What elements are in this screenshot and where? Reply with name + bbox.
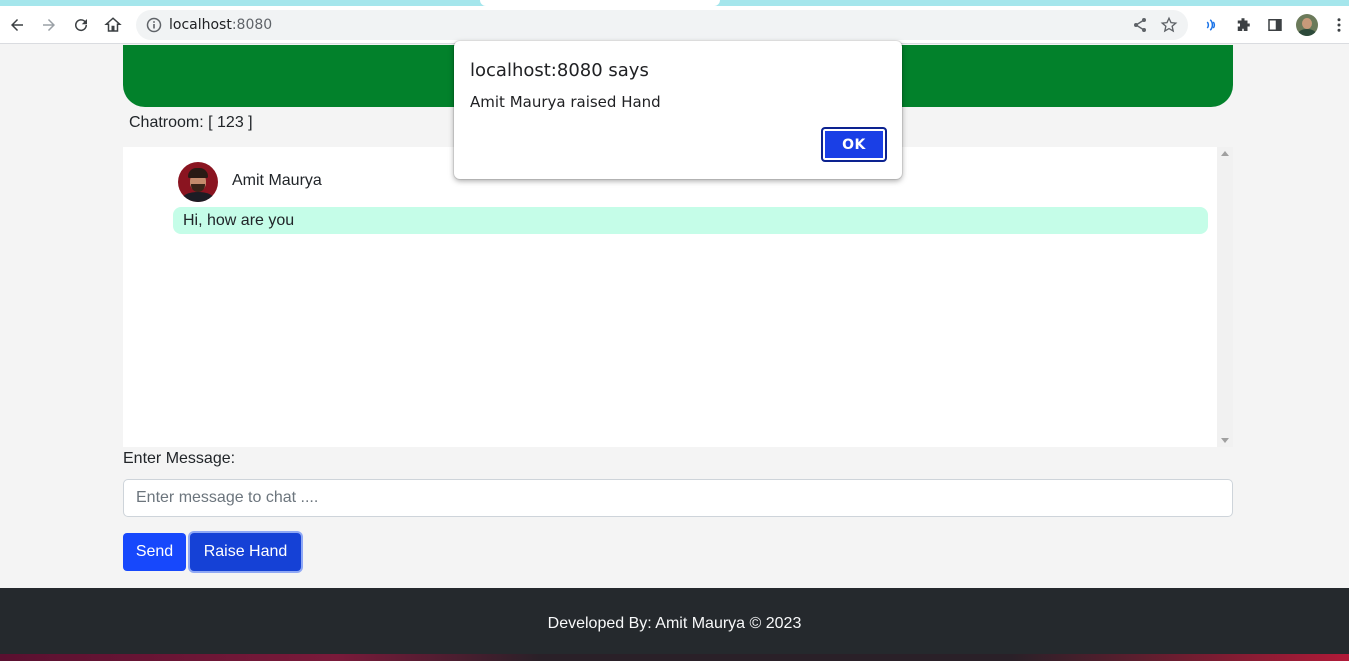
scroll-down-arrow[interactable] <box>1221 438 1229 443</box>
dialog-message: Amit Maurya raised Hand <box>470 93 661 111</box>
info-icon[interactable] <box>146 17 162 33</box>
scroll-up-arrow[interactable] <box>1221 151 1229 156</box>
forward-icon[interactable] <box>37 13 61 37</box>
url-text: localhost:8080 <box>169 17 273 33</box>
send-button[interactable]: Send <box>123 533 186 571</box>
puzzle-icon[interactable] <box>1231 13 1255 37</box>
chatroom-label: Chatroom: [ 123 ] <box>129 114 253 131</box>
address-bar[interactable]: localhost:8080 <box>136 10 1188 40</box>
sidepanel-icon[interactable] <box>1263 13 1287 37</box>
extension-wave-icon[interactable] <box>1199 13 1223 37</box>
avatar <box>178 162 218 202</box>
desktop-taskbar-edge <box>0 654 1349 661</box>
menu-icon[interactable] <box>1327 13 1349 37</box>
back-icon[interactable] <box>5 13 29 37</box>
raise-hand-button[interactable]: Raise Hand <box>190 533 301 571</box>
browser-toolbar: localhost:8080 <box>0 6 1349 44</box>
enter-message-label: Enter Message: <box>123 450 236 467</box>
footer: Developed By: Amit Maurya © 2023 <box>0 588 1349 654</box>
chat-messages-panel[interactable] <box>123 147 1233 447</box>
share-icon[interactable] <box>1132 17 1148 33</box>
message-sender: Amit Maurya <box>232 172 322 189</box>
footer-text: Developed By: Amit Maurya © 2023 <box>547 615 802 632</box>
star-icon[interactable] <box>1160 16 1178 34</box>
message-bubble: Hi, how are you <box>173 207 1208 234</box>
profile-avatar[interactable] <box>1296 14 1318 36</box>
reload-icon[interactable] <box>69 13 93 37</box>
alert-dialog: localhost:8080 says Amit Maurya raised H… <box>454 41 902 179</box>
dialog-title: localhost:8080 says <box>470 60 649 81</box>
message-input[interactable] <box>123 479 1233 517</box>
chat-scrollbar[interactable] <box>1217 147 1233 447</box>
home-icon[interactable] <box>101 13 125 37</box>
ok-button[interactable]: OK <box>821 127 887 162</box>
